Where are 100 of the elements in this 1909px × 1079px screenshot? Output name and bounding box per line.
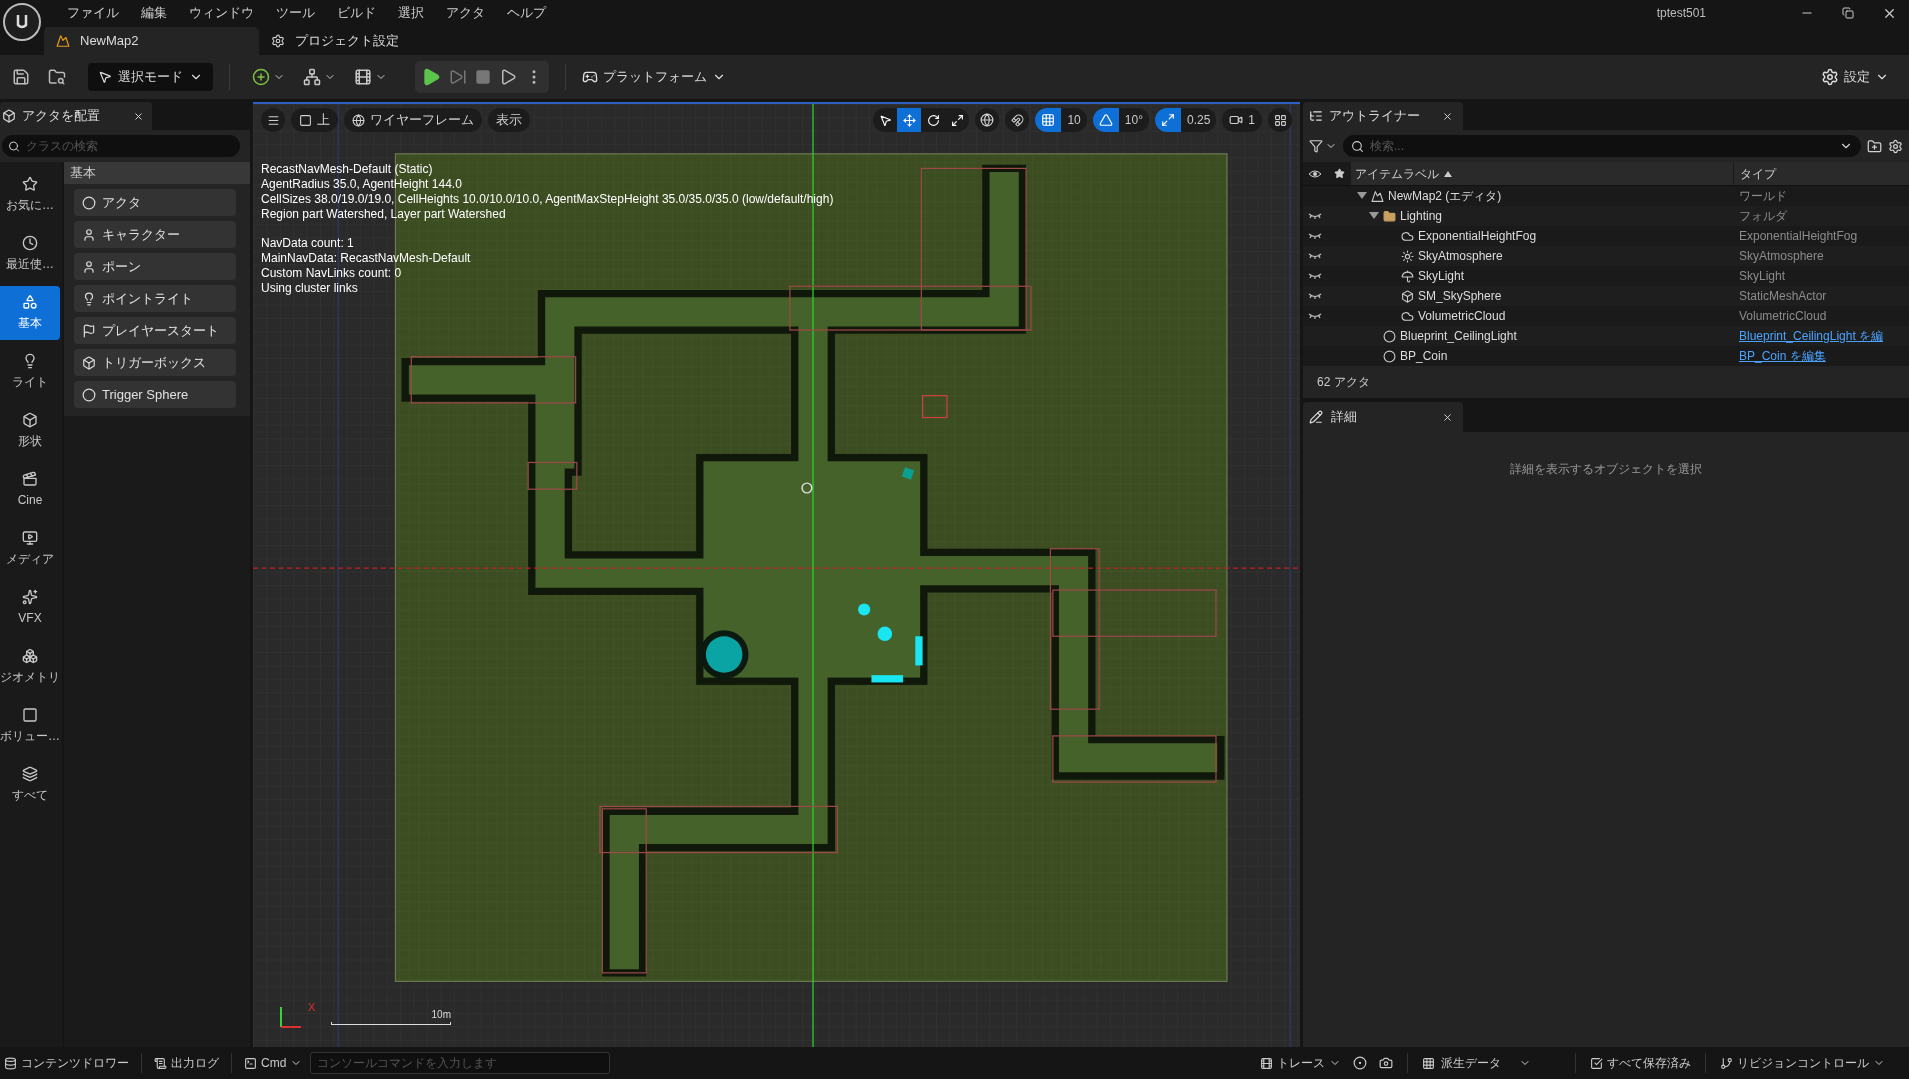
pointer-icon (878, 113, 892, 127)
edit-link[interactable]: BP_Coin を編集 (1733, 347, 1832, 365)
panel-tab[interactable]: アクタを配置 (0, 102, 152, 130)
snap-toggle[interactable] (1035, 108, 1062, 132)
panel-title: 詳細 (1331, 408, 1357, 427)
menu-item[interactable]: 選択 (387, 3, 435, 23)
outliner-row[interactable]: SkyAtmosphere SkyAtmosphere (1303, 246, 1909, 266)
restore-icon[interactable] (1842, 7, 1854, 19)
camera-icon[interactable] (1379, 1056, 1393, 1070)
category-tab[interactable]: Cine (0, 463, 60, 517)
column-header[interactable]: タイプ (1734, 162, 1909, 185)
mode-dropdown[interactable]: 選択モード (88, 63, 213, 91)
closed-eye-icon[interactable] (1308, 212, 1322, 220)
outliner-row[interactable]: SM_SkySphere StaticMeshActor (1303, 286, 1909, 306)
cmd-dropdown[interactable]: Cmd (240, 1054, 307, 1072)
eye-icon[interactable] (1308, 168, 1322, 179)
actor-list-item[interactable]: Trigger Sphere (74, 381, 236, 408)
search-field[interactable]: 検索... (1343, 135, 1861, 157)
closed-eye-icon[interactable] (1308, 312, 1322, 320)
category-tab[interactable]: 形状 (0, 404, 60, 458)
search-field[interactable]: クラスの検索 (2, 135, 240, 157)
row-label: NewMap2 (エディタ) (1388, 188, 1502, 205)
closed-eye-icon[interactable] (1308, 232, 1322, 240)
view-mode-dropdown[interactable]: ワイヤーフレーム (344, 108, 482, 132)
save-status-button[interactable]: すべて保存済み (1586, 1054, 1695, 1072)
save-icon[interactable] (12, 68, 30, 86)
outliner-row[interactable]: Blueprint_CeilingLight Blueprint_CeilingLight を編 (1303, 326, 1909, 346)
category-tab[interactable]: すべて (0, 758, 60, 812)
camera-speed-button[interactable]: 1 (1222, 108, 1262, 132)
content-drawer-button[interactable]: コンテンツドロワー (0, 1054, 133, 1072)
view-dropdown[interactable]: 上 (291, 108, 338, 132)
close-icon[interactable] (1442, 110, 1453, 122)
navmesh-stat-line: Region part Watershed, Layer part Watershed (261, 207, 507, 222)
close-icon[interactable] (133, 110, 144, 122)
closed-eye-icon[interactable] (1308, 252, 1322, 260)
actor-list-item[interactable]: キャラクター (74, 221, 236, 248)
scale-icon (1160, 113, 1175, 127)
menu-item[interactable]: ヘルプ (496, 3, 557, 23)
add-folder-icon[interactable] (1867, 138, 1882, 154)
layout-grid-icon (1273, 113, 1287, 127)
row-type: ExponentialHeightFog (1738, 228, 1859, 245)
navmesh-stat-line: NavData count: 1 (261, 236, 355, 251)
category-tab[interactable]: ライト (0, 345, 60, 399)
engine-logo[interactable] (2, 2, 42, 42)
category-tab[interactable]: 基本 (0, 286, 60, 340)
navmesh-stat-line: RecastNavMesh-Default (Static) (261, 162, 434, 177)
settings-icon[interactable] (1888, 138, 1903, 154)
category-tab[interactable]: お気に… (0, 168, 60, 222)
row-label: Blueprint_CeilingLight (1400, 328, 1517, 345)
menu-item[interactable]: アクタ (435, 3, 496, 23)
revision-control-dropdown[interactable]: リビジョンコントロール (1716, 1054, 1889, 1072)
outliner-row[interactable]: Lighting フォルダ (1303, 206, 1909, 226)
actor-list-item[interactable]: アクタ (74, 189, 236, 216)
map-icon (56, 34, 70, 48)
menu-item[interactable]: ウィンドウ (178, 3, 265, 23)
panel-tab[interactable]: 詳細 (1303, 402, 1463, 432)
menu-item[interactable]: ファイル (56, 3, 130, 23)
filter-button[interactable] (1309, 139, 1337, 153)
menu-item[interactable]: 編集 (130, 3, 178, 23)
play-icon[interactable] (421, 67, 441, 87)
category-tab[interactable]: VFX (0, 581, 60, 635)
star-icon[interactable] (1333, 168, 1345, 179)
panel-tab[interactable]: アウトライナー (1303, 102, 1463, 130)
record-icon[interactable] (1353, 1056, 1367, 1070)
settings-dropdown[interactable]: 設定 (1821, 67, 1889, 87)
closed-eye-icon[interactable] (1308, 272, 1322, 280)
cube-icon (82, 355, 96, 370)
category-tab[interactable]: ジオメトリ (0, 640, 60, 694)
row-label: BP_Coin (1400, 348, 1448, 365)
expand-caret-icon[interactable] (1369, 212, 1379, 220)
document-tab[interactable]: NewMap2 (44, 27, 259, 55)
actor-list-item[interactable]: トリガーボックス (74, 349, 236, 376)
document-tab[interactable]: プロジェクト設定 (259, 27, 459, 55)
menu-item[interactable]: ツール (265, 3, 326, 23)
actor-list-item[interactable]: ポイントライト (74, 285, 236, 312)
derived-data-dropdown[interactable]: 派生データ (1418, 1054, 1535, 1072)
transform-tool[interactable] (897, 108, 922, 132)
edit-link[interactable]: Blueprint_CeilingLight を編 (1733, 327, 1890, 345)
trace-dropdown[interactable]: トレース (1256, 1054, 1345, 1072)
clock-icon (22, 235, 38, 251)
expand-caret-icon[interactable] (1357, 192, 1367, 200)
browse-icon[interactable] (48, 68, 66, 86)
actor-list-item[interactable]: プレイヤースタート (74, 317, 236, 344)
category-tab[interactable]: メディア (0, 522, 60, 576)
database-icon (4, 1056, 17, 1070)
menu-item[interactable]: ビルド (326, 3, 387, 23)
category-tab[interactable]: ボリュー… (0, 699, 60, 753)
platform-dropdown[interactable]: プラットフォーム (582, 67, 726, 87)
category-tab[interactable]: 最近使… (0, 227, 60, 281)
show-dropdown[interactable]: 表示 (488, 108, 530, 132)
actor-list-item[interactable]: ポーン (74, 253, 236, 280)
column-header[interactable]: アイテムラベル (1351, 162, 1733, 185)
stack-icon (22, 766, 38, 782)
stop-icon[interactable] (475, 69, 491, 85)
close-icon[interactable] (1442, 411, 1453, 423)
checkbox-icon (1590, 1056, 1603, 1070)
step-icon[interactable] (449, 68, 467, 86)
closed-eye-icon[interactable] (1308, 292, 1322, 300)
output-log-button[interactable]: 出力ログ (150, 1054, 223, 1072)
blocks-icon (22, 648, 38, 664)
